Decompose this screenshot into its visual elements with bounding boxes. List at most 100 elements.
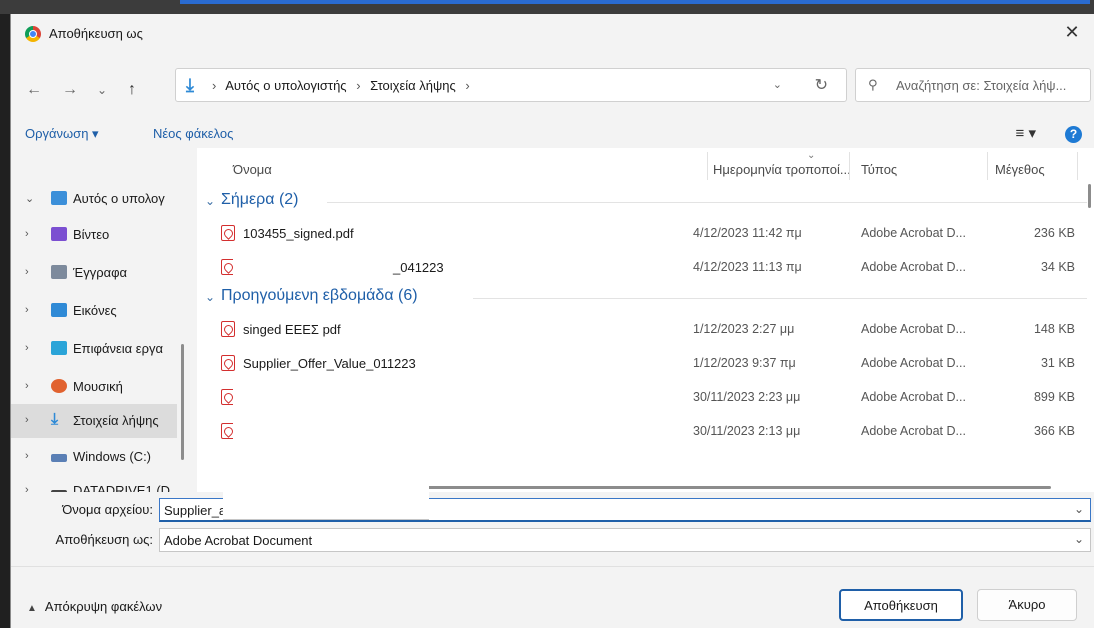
sort-chevron-icon: ⌄ [807, 150, 816, 161]
up-button[interactable]: ↑ [121, 79, 143, 101]
column-divider[interactable] [1077, 152, 1078, 180]
help-icon[interactable]: ? [1065, 126, 1082, 143]
recent-locations-button[interactable]: ⌄ [91, 79, 113, 101]
expand-chevron-icon[interactable]: › [25, 342, 29, 354]
sidebar-item-label: Εικόνες [73, 303, 117, 318]
sidebar-item-pictures[interactable]: › Εικόνες [11, 294, 177, 328]
breadcrumb-separator: › [465, 78, 470, 93]
sidebar-item-documents[interactable]: › Έγγραφα [11, 256, 177, 290]
pdf-icon [221, 321, 235, 337]
file-size: 366 KB [1033, 424, 1075, 438]
forward-button[interactable]: → [59, 79, 81, 101]
file-type: Adobe Acrobat D... [861, 390, 966, 404]
expand-chevron-icon[interactable]: › [25, 228, 29, 240]
caret-up-icon: ▲ [27, 603, 37, 614]
dialog-footer: ▲ Απόκρυψη φακέλων Αποθήκευση Άκυρο [11, 566, 1094, 628]
video-icon [51, 227, 67, 241]
file-type: Adobe Acrobat D... [861, 226, 966, 240]
column-divider[interactable] [707, 152, 708, 180]
sidebar-item-label: Έγγραφα [73, 265, 128, 280]
sidebar-item-label: DATADRIVE1 (D [73, 483, 171, 492]
sidebar-item-label: Επιφάνεια εργα [73, 341, 163, 356]
column-divider[interactable] [849, 152, 850, 180]
breadcrumb-separator: › [212, 78, 217, 93]
group-divider [473, 298, 1087, 299]
expand-chevron-icon[interactable]: ⌄ [25, 192, 34, 205]
view-options-button[interactable]: ≡ ▾ [1016, 124, 1036, 142]
sidebar-item-downloads[interactable]: › ⤓ Στοιχεία λήψης [11, 404, 177, 438]
file-date: 30/11/2023 2:23 μμ [693, 390, 801, 404]
column-date[interactable]: Ημερομηνία τροποποί... [713, 162, 851, 177]
group-label: Σήμερα (2) [221, 191, 299, 208]
redaction-box [233, 386, 437, 492]
expand-chevron-icon[interactable]: › [25, 414, 29, 426]
refresh-button[interactable]: ↻ [815, 75, 828, 95]
column-name[interactable]: Όνομα [233, 162, 272, 177]
pdf-icon [221, 355, 235, 371]
expand-chevron-icon[interactable]: › [25, 266, 29, 278]
column-headers: Όνομα ⌄ Ημερομηνία τροποποί... Τύπος Μέγ… [197, 148, 1094, 182]
file-row[interactable]: 103455_signed.pdf 4/12/2023 11:42 πμ Ado… [197, 218, 1094, 248]
save-as-type-value: Adobe Acrobat Document [164, 533, 313, 548]
address-bar[interactable]: ⤓ › Αυτός ο υπολογιστής › Στοιχεία λήψης… [175, 68, 847, 102]
sidebar-item-windows-c[interactable]: › Windows (C:) [11, 440, 177, 474]
group-header-today[interactable]: ⌄ Σήμερα (2) [197, 188, 1094, 214]
file-row[interactable]: Supplier_Offer_Value_011223 1/12/2023 9:… [197, 348, 1094, 378]
sidebar-item-videos[interactable]: › Βίντεο [11, 218, 177, 252]
file-list: Όνομα ⌄ Ημερομηνία τροποποί... Τύπος Μέγ… [197, 148, 1094, 492]
expand-chevron-icon[interactable]: › [25, 380, 29, 392]
expand-chevron-icon[interactable]: › [25, 484, 29, 492]
column-size[interactable]: Μέγεθος [995, 162, 1045, 177]
address-dropdown-button[interactable]: ⌄ [773, 78, 782, 91]
hide-folders-button[interactable]: ▲ Απόκρυψη φακέλων [27, 599, 162, 614]
file-size: 148 KB [1033, 322, 1075, 336]
sidebar-item-music[interactable]: › Μουσική [11, 370, 177, 404]
group-header-previous-week[interactable]: ⌄ Προηγούμενη εβδομάδα (6) [197, 284, 1094, 310]
file-type: Adobe Acrobat D... [861, 260, 966, 274]
sidebar-item-datadrive[interactable]: › DATADRIVE1 (D [11, 474, 177, 492]
search-icon: ⚲ [868, 77, 878, 92]
documents-icon [51, 265, 67, 279]
file-name: Supplier_Offer_Value_011223 [243, 356, 416, 371]
column-type[interactable]: Τύπος [861, 162, 897, 177]
save-as-dialog: Αποθήκευση ως ✕ ← → ⌄ ↑ ⤓ › Αυτός ο υπολ… [10, 14, 1094, 628]
save-button[interactable]: Αποθήκευση [839, 589, 963, 621]
file-name: singed ΕΕΕΣ pdf [243, 322, 341, 337]
search-box[interactable]: ⚲ Αναζήτηση σε: Στοιχεία λήψ... [855, 68, 1091, 102]
collapse-chevron-icon: ⌄ [205, 290, 216, 304]
back-button[interactable]: ← [23, 79, 45, 101]
file-type: Adobe Acrobat D... [861, 322, 966, 336]
redaction-box [233, 256, 383, 278]
column-divider[interactable] [987, 152, 988, 180]
cancel-button[interactable]: Άκυρο [977, 589, 1077, 621]
organize-button[interactable]: Οργάνωση ▾ [25, 126, 99, 142]
navigation-pane: ⌄ Αυτός ο υπολογ › Βίντεο › Έγγραφα › Ει… [11, 148, 189, 492]
sidebar-item-this-pc[interactable]: ⌄ Αυτός ο υπολογ [11, 182, 177, 216]
background-window-accent [180, 0, 1090, 4]
expand-chevron-icon[interactable]: › [25, 304, 29, 316]
command-bar: Οργάνωση ▾ Νέος φάκελος ≡ ▾ ? [11, 120, 1094, 148]
expand-chevron-icon[interactable]: › [25, 450, 29, 462]
file-list-vertical-scrollbar[interactable] [1088, 184, 1091, 208]
file-type: Adobe Acrobat D... [861, 424, 966, 438]
save-as-type-dropdown-icon[interactable]: ⌄ [1074, 532, 1084, 546]
sidebar-item-label: Windows (C:) [73, 449, 152, 464]
save-as-type-select[interactable]: Adobe Acrobat Document ⌄ [159, 528, 1091, 552]
breadcrumb-this-pc[interactable]: Αυτός ο υπολογιστής [225, 78, 346, 93]
close-button[interactable]: ✕ [1060, 20, 1084, 44]
nav-pane-scrollbar[interactable] [181, 344, 184, 460]
group-label: Προηγούμενη εβδομάδα (6) [221, 287, 418, 304]
downloads-icon: ⤓ [186, 75, 194, 95]
file-size: 34 KB [1040, 260, 1075, 274]
new-folder-button[interactable]: Νέος φάκελος [153, 126, 233, 141]
music-icon [51, 379, 67, 393]
file-row[interactable]: singed ΕΕΕΣ pdf 1/12/2023 2:27 μμ Adobe … [197, 314, 1094, 344]
chrome-icon [25, 26, 41, 42]
filename-dropdown-icon[interactable]: ⌄ [1074, 502, 1084, 516]
collapse-chevron-icon: ⌄ [205, 194, 216, 208]
sidebar-item-desktop[interactable]: › Επιφάνεια εργα [11, 332, 177, 366]
sidebar-item-label: Στοιχεία λήψης [73, 413, 159, 428]
drive-icon [51, 454, 67, 462]
file-date: 4/12/2023 11:42 πμ [693, 226, 802, 240]
breadcrumb-downloads[interactable]: Στοιχεία λήψης [370, 78, 456, 93]
